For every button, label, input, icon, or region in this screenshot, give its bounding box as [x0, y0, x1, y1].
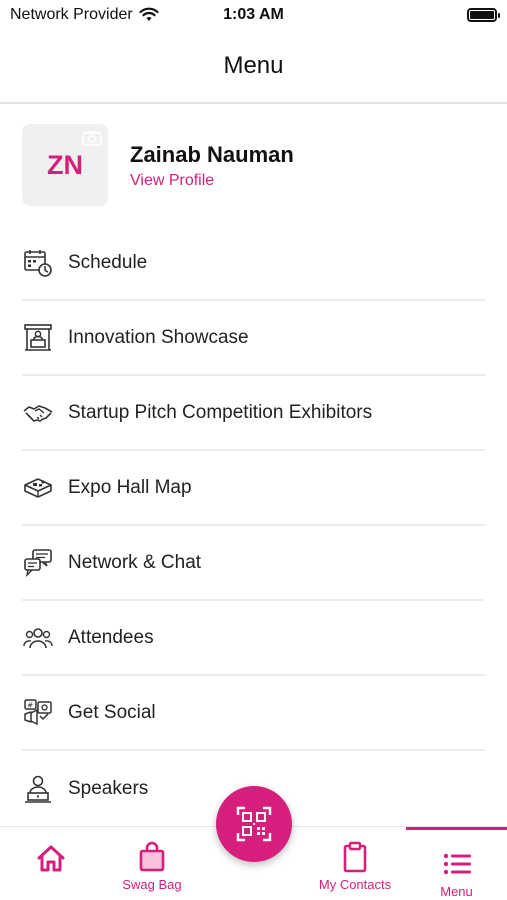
- menu-item-label: Speakers: [68, 777, 149, 799]
- page-title: Menu: [223, 52, 284, 79]
- tab-home[interactable]: [20, 827, 82, 900]
- speaker-podium-icon: [22, 773, 54, 805]
- qr-scan-icon: [236, 806, 272, 842]
- menu-item-startup-pitch[interactable]: Startup Pitch Competition Exhibitors: [22, 376, 485, 451]
- clipboard-icon: [343, 841, 367, 873]
- menu-item-label: Schedule: [68, 251, 148, 273]
- people-icon: [22, 622, 54, 654]
- social-icon: #: [22, 697, 54, 729]
- status-bar: Network Provider 1:03 AM: [0, 0, 507, 30]
- qr-scan-button[interactable]: [216, 786, 292, 862]
- menu-list: Schedule Innovation Showcase Startup Pit…: [22, 226, 485, 826]
- avatar-initials: ZN: [47, 150, 83, 180]
- menu-item-label: Attendees: [68, 626, 154, 648]
- profile-name: Zainab Nauman: [130, 142, 294, 167]
- home-icon: [37, 845, 65, 872]
- menu-item-schedule[interactable]: Schedule: [22, 226, 485, 301]
- avatar[interactable]: ZN: [22, 124, 108, 206]
- map-icon: [22, 472, 54, 504]
- battery-icon: [467, 8, 500, 22]
- handshake-icon: [22, 397, 54, 429]
- menu-item-innovation-showcase[interactable]: Innovation Showcase: [22, 301, 485, 376]
- menu-item-network-chat[interactable]: Network & Chat: [22, 526, 485, 601]
- tab-label: Swag Bag: [122, 877, 182, 892]
- menu-item-label: Get Social: [68, 701, 156, 723]
- header: Menu: [0, 30, 507, 104]
- camera-icon[interactable]: [82, 130, 102, 146]
- menu-item-get-social[interactable]: # Get Social: [22, 676, 485, 751]
- menu-item-label: Innovation Showcase: [68, 326, 249, 348]
- tab-menu[interactable]: Menu: [406, 827, 507, 900]
- view-profile-link[interactable]: View Profile: [130, 172, 214, 190]
- calendar-clock-icon: [22, 247, 54, 279]
- tab-my-contacts[interactable]: My Contacts: [310, 827, 400, 900]
- svg-text:#: #: [27, 701, 33, 709]
- status-time: 1:03 AM: [223, 6, 284, 23]
- tab-label: My Contacts: [318, 877, 392, 892]
- menu-item-label: Expo Hall Map: [68, 476, 192, 498]
- menu-item-label: Network & Chat: [68, 551, 202, 573]
- tab-swag-bag[interactable]: Swag Bag: [112, 827, 192, 900]
- profile-card[interactable]: ZN Zainab Nauman View Profile: [22, 124, 492, 208]
- menu-item-attendees[interactable]: Attendees: [22, 601, 485, 676]
- tab-label: Menu: [440, 884, 473, 899]
- list-menu-icon: [443, 853, 471, 875]
- shopping-bag-icon: [139, 841, 165, 872]
- menu-item-expo-hall-map[interactable]: Expo Hall Map: [22, 451, 485, 526]
- booth-icon: [22, 322, 54, 354]
- chat-icon: [22, 547, 54, 579]
- menu-item-label: Startup Pitch Competition Exhibitors: [68, 401, 373, 423]
